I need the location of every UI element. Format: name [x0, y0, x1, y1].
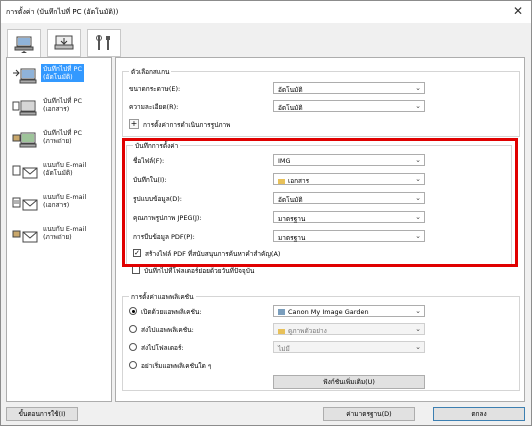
- chevron-down-icon: ⌄: [415, 84, 421, 92]
- subfolder-label: บันทึกไปที่โฟลเดอร์ย่อยด้วยวันที่ปัจจุบั…: [144, 267, 255, 275]
- highlight-box: [122, 138, 518, 267]
- send-app-value: ดูภาพตัวอย่าง: [288, 327, 327, 335]
- resolution-select[interactable]: อัตโนมัติ ⌄: [273, 100, 425, 112]
- instructions-button[interactable]: ขั้นตอนการใช้(I): [6, 407, 78, 421]
- scan-type-list: บันทึกไปที่ PC (อัตโนมัติ) บันทึกไปที่ P…: [6, 57, 112, 402]
- scanner-icon: [54, 35, 74, 50]
- sidebar-item-save-pc-photo[interactable]: บันทึกไปที่ PC (ภาพถ่าย): [11, 128, 111, 156]
- ok-button[interactable]: ตกลง: [433, 407, 525, 421]
- send-folder-value: ไม่มี: [278, 345, 290, 353]
- send-folder-label: ส่งไปโฟลเดอร์:: [141, 344, 184, 352]
- email-auto-icon: [12, 165, 38, 179]
- paper-size-label: ขนาดกระดาษ(E):: [129, 85, 181, 93]
- defaults-button[interactable]: ค่ามาตรฐาน(D): [323, 407, 415, 421]
- group-title: ตัวเลือกสแกน: [129, 67, 172, 77]
- open-app-label: เปิดด้วยแอพพลิเคชัน:: [141, 308, 202, 316]
- chevron-down-icon: ⌄: [415, 325, 421, 333]
- chevron-down-icon: ⌄: [415, 307, 421, 315]
- app-settings-group: การตั้งค่าแอพพลิเคชัน เปิดด้วยแอพพลิเคชั…: [122, 292, 520, 391]
- sidebar-item-label: บันทึกไปที่ PC (อัตโนมัติ): [41, 64, 84, 82]
- computer-icon: [14, 36, 34, 53]
- group-title: การตั้งค่าแอพพลิเคชัน: [129, 292, 196, 302]
- sidebar-item-label: บันทึกไปที่ PC (ภาพถ่าย): [43, 129, 82, 145]
- more-functions-button[interactable]: ฟังก์ชันเพิ่มเติม(U): [273, 375, 425, 389]
- no-app-label: อย่าเริ่มแอพพลิเคชันใด ๆ: [141, 362, 212, 370]
- resolution-label: ความละเอียด(R):: [129, 103, 179, 111]
- sidebar-item-label: แนบกับ E-mail (อัตโนมัติ): [43, 161, 87, 177]
- tab-scan-from-panel[interactable]: [47, 29, 81, 57]
- send-app-radio[interactable]: [129, 325, 137, 333]
- title-bar: การตั้งค่า (บันทึกไปที่ PC (อัตโนมัติ)) …: [1, 1, 531, 23]
- send-folder-radio[interactable]: [129, 343, 137, 351]
- open-app-value: Canon My Image Garden: [288, 308, 369, 316]
- image-processing-label[interactable]: การตั้งค่าการดำเนินการรูปภาพ: [143, 120, 230, 130]
- save-to-pc-icon: [13, 68, 37, 84]
- paper-size-select[interactable]: อัตโนมัติ ⌄: [273, 82, 425, 94]
- folder-icon: [278, 328, 285, 334]
- tab-scan-from-computer[interactable]: [7, 29, 41, 58]
- subfolder-checkbox[interactable]: [132, 266, 140, 274]
- sidebar-item-email-photo[interactable]: แนบกับ E-mail (ภาพถ่าย): [11, 224, 111, 252]
- email-photo-icon: [12, 230, 38, 243]
- sidebar-item-email-auto[interactable]: แนบกับ E-mail (อัตโนมัติ): [11, 160, 111, 188]
- window-title: การตั้งค่า (บันทึกไปที่ PC (อัตโนมัติ)): [6, 8, 119, 16]
- app-icon: [278, 309, 285, 315]
- sidebar-item-save-pc-auto[interactable]: บันทึกไปที่ PC (อัตโนมัติ): [11, 64, 111, 92]
- save-document-icon: [12, 100, 37, 116]
- settings-window: การตั้งค่า (บันทึกไปที่ PC (อัตโนมัติ)) …: [0, 0, 532, 426]
- sidebar-item-label: บันทึกไปที่ PC (เอกสาร): [43, 97, 82, 113]
- sidebar-item-email-document[interactable]: แนบกับ E-mail (เอกสาร): [11, 192, 111, 220]
- send-app-select[interactable]: ดูภาพตัวอย่าง ⌄: [273, 323, 425, 335]
- open-app-select[interactable]: Canon My Image Garden ⌄: [273, 305, 425, 317]
- sidebar-item-label: แนบกับ E-mail (ภาพถ่าย): [43, 225, 87, 241]
- chevron-down-icon: ⌄: [415, 343, 421, 351]
- chevron-down-icon: ⌄: [415, 102, 421, 110]
- sidebar-item-label: แนบกับ E-mail (เอกสาร): [43, 193, 87, 209]
- no-app-radio[interactable]: [129, 361, 137, 369]
- send-folder-select[interactable]: ไม่มี ⌄: [273, 341, 425, 353]
- scan-options-group: ตัวเลือกสแกน ขนาดกระดาษ(E): อัตโนมัติ ⌄ …: [122, 67, 520, 137]
- tools-icon: [96, 35, 110, 50]
- save-photo-icon: [12, 132, 37, 148]
- open-app-radio[interactable]: [129, 307, 137, 315]
- send-app-label: ส่งไปแอพพลิเคชัน:: [141, 326, 194, 334]
- expand-icon[interactable]: +: [129, 119, 139, 129]
- sidebar-item-save-pc-document[interactable]: บันทึกไปที่ PC (เอกสาร): [11, 96, 111, 124]
- tab-general-settings[interactable]: [87, 29, 121, 57]
- close-icon[interactable]: ✕: [513, 4, 523, 18]
- email-document-icon: [12, 197, 38, 211]
- paper-size-value: อัตโนมัติ: [278, 86, 303, 94]
- resolution-value: อัตโนมัติ: [278, 104, 303, 112]
